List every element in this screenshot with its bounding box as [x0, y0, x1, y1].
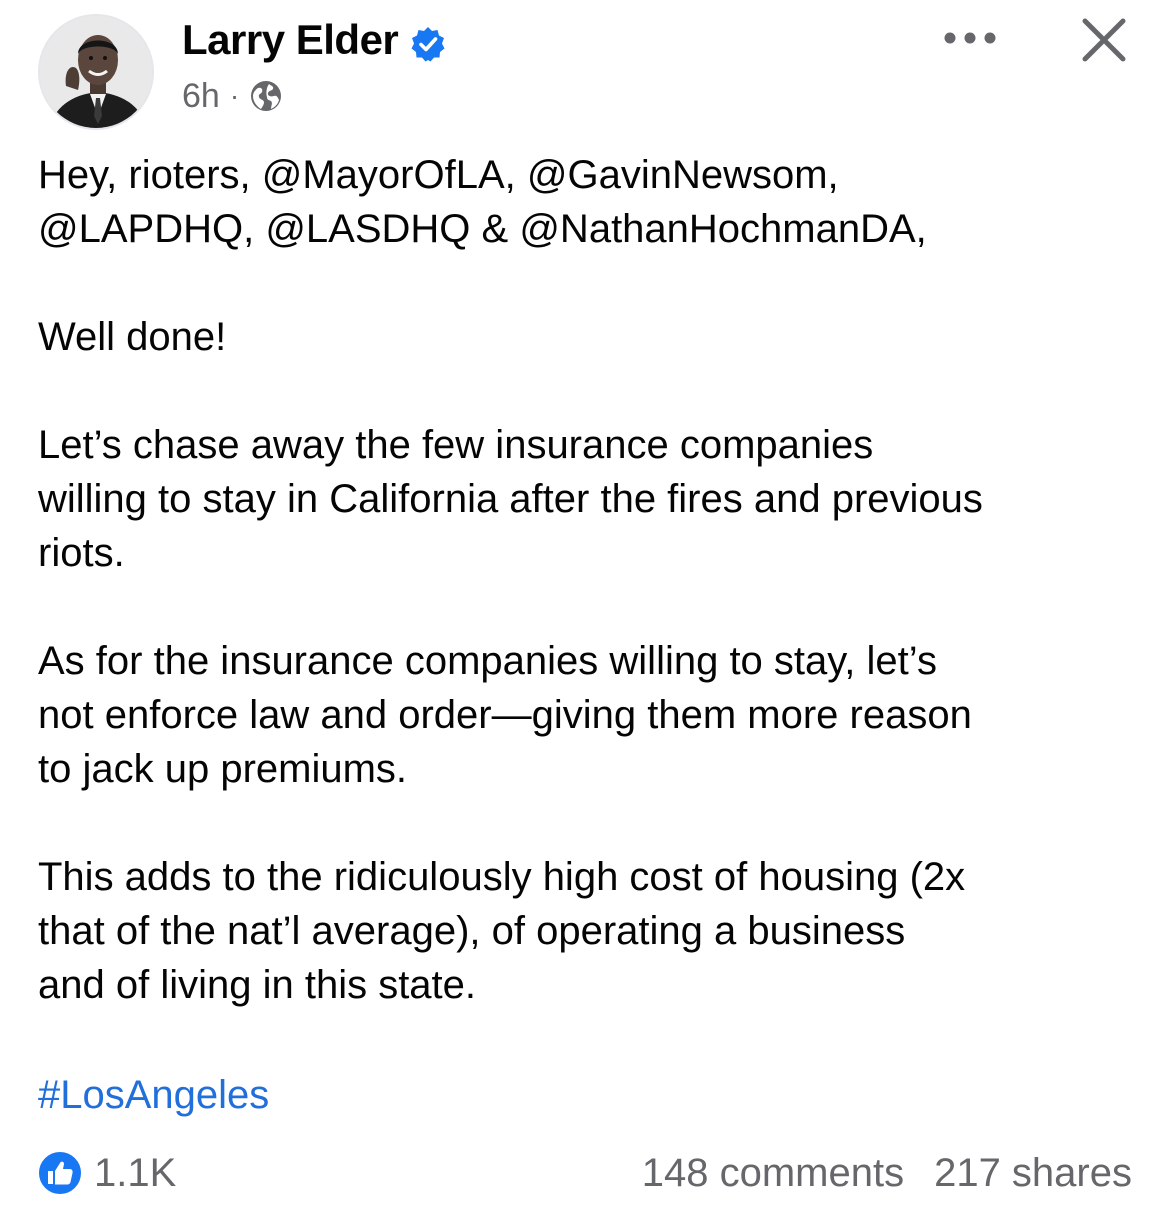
- close-icon: [1082, 18, 1126, 62]
- more-options-button[interactable]: [938, 18, 1002, 58]
- post-paragraph-1: Hey, rioters, @MayorOfLA, @GavinNewsom, …: [38, 153, 927, 251]
- post-paragraph-3: Let’s chase away the few insurance compa…: [38, 423, 983, 575]
- post-header: Larry Elder 6h ·: [0, 0, 1170, 140]
- engagement-counts: 148 comments 217 shares: [642, 1148, 1132, 1198]
- post-time[interactable]: 6h: [182, 74, 220, 118]
- post-paragraph-4: As for the insurance companies willing t…: [38, 639, 972, 791]
- post-text: Hey, rioters, @MayorOfLA, @GavinNewsom, …: [38, 148, 1148, 1066]
- verified-badge-icon: [410, 22, 446, 62]
- post-paragraph-2: Well done!: [38, 315, 227, 359]
- meta-separator: ·: [229, 80, 240, 111]
- hashtag-link[interactable]: #LosAngeles: [38, 1068, 269, 1122]
- post-meta: 6h ·: [182, 74, 283, 118]
- reactions-summary[interactable]: 1.1K: [36, 1148, 176, 1198]
- author-name-text[interactable]: Larry Elder: [182, 14, 399, 66]
- like-icon: [36, 1149, 84, 1197]
- globe-icon[interactable]: [249, 79, 283, 113]
- avatar-image: [40, 16, 152, 128]
- comments-count[interactable]: 148 comments: [642, 1148, 904, 1198]
- more-options-icon: [944, 32, 996, 44]
- author-name[interactable]: Larry Elder: [182, 14, 446, 66]
- close-button[interactable]: [1074, 12, 1134, 68]
- post-footer: 1.1K 148 comments 217 shares: [0, 1140, 1170, 1206]
- reaction-count: 1.1K: [94, 1151, 177, 1195]
- shares-count[interactable]: 217 shares: [934, 1148, 1132, 1198]
- avatar[interactable]: [38, 14, 154, 130]
- post-paragraph-5: This adds to the ridiculously high cost …: [38, 855, 966, 1007]
